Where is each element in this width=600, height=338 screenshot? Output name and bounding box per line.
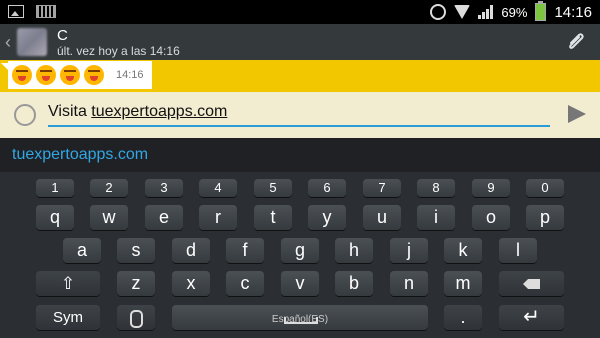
- key-9[interactable]: 9: [472, 179, 510, 197]
- period-key[interactable]: .: [444, 305, 482, 330]
- key-v[interactable]: v: [281, 271, 319, 296]
- key-h[interactable]: h: [335, 238, 373, 263]
- tongue-emoji-icon: [12, 65, 32, 85]
- microphone-icon: [129, 310, 143, 328]
- key-2[interactable]: 2: [90, 179, 128, 197]
- alarm-icon: [430, 4, 447, 20]
- message-bubble[interactable]: 14:16: [1, 61, 152, 89]
- tongue-emoji-icon: [84, 65, 104, 85]
- battery-icon: [535, 1, 547, 21]
- key-u[interactable]: u: [363, 205, 401, 230]
- key-l[interactable]: l: [499, 238, 537, 263]
- chat-header: ‹ C últ. vez hoy a las 14:16: [0, 24, 600, 60]
- status-bar: 69% 14:16: [0, 0, 600, 24]
- key-1[interactable]: 1: [36, 179, 74, 197]
- message-text-prefix: Visita: [48, 103, 92, 120]
- key-o[interactable]: o: [472, 205, 510, 230]
- key-i[interactable]: i: [417, 205, 455, 230]
- voice-input-key[interactable]: [117, 305, 155, 330]
- signal-icon: [478, 5, 494, 19]
- key-z[interactable]: z: [117, 271, 155, 296]
- key-s[interactable]: s: [117, 238, 155, 263]
- key-f[interactable]: f: [226, 238, 264, 263]
- status-time: 14:16: [554, 3, 592, 21]
- key-m[interactable]: m: [444, 271, 482, 296]
- tongue-emoji-icon: [36, 65, 56, 85]
- key-0[interactable]: 0: [526, 179, 564, 197]
- key-5[interactable]: 5: [254, 179, 292, 197]
- send-icon[interactable]: [568, 105, 586, 123]
- back-icon[interactable]: ‹: [5, 32, 11, 53]
- key-r[interactable]: r: [199, 205, 237, 230]
- wifi-icon: [454, 5, 471, 19]
- keyboard-notification-icon: [36, 5, 56, 18]
- key-3[interactable]: 3: [145, 179, 183, 197]
- last-seen-status: últ. vez hoy a las 14:16: [57, 44, 180, 58]
- battery-percentage: 69%: [501, 4, 528, 20]
- avatar[interactable]: [17, 28, 47, 56]
- compose-bar: Visita tuexpertoapps.com: [0, 92, 600, 139]
- backspace-icon: [523, 279, 540, 289]
- space-icon: [284, 317, 318, 324]
- key-8[interactable]: 8: [417, 179, 455, 197]
- suggestion-item[interactable]: tuexpertoapps.com: [12, 146, 148, 164]
- key-w[interactable]: w: [90, 205, 128, 230]
- backspace-key[interactable]: [499, 271, 564, 296]
- smiley-icon[interactable]: [14, 104, 36, 126]
- key-q[interactable]: q: [36, 205, 74, 230]
- key-n[interactable]: n: [390, 271, 428, 296]
- key-x[interactable]: x: [172, 271, 210, 296]
- image-notification-icon: [8, 5, 24, 18]
- chat-area: 14:16: [0, 60, 600, 92]
- key-4[interactable]: 4: [199, 179, 237, 197]
- message-time: 14:16: [116, 69, 144, 81]
- shift-key-icon[interactable]: [36, 271, 100, 296]
- key-p[interactable]: p: [526, 205, 564, 230]
- key-7[interactable]: 7: [363, 179, 401, 197]
- key-a[interactable]: a: [63, 238, 101, 263]
- key-j[interactable]: j: [390, 238, 428, 263]
- enter-key-icon[interactable]: [499, 305, 564, 330]
- sym-key[interactable]: Sym: [36, 305, 100, 330]
- message-input[interactable]: Visita tuexpertoapps.com: [48, 103, 550, 127]
- key-k[interactable]: k: [444, 238, 482, 263]
- suggestion-bar: tuexpertoapps.com: [0, 138, 600, 172]
- key-6[interactable]: 6: [308, 179, 346, 197]
- paperclip-icon[interactable]: [564, 30, 588, 54]
- key-e[interactable]: e: [145, 205, 183, 230]
- space-key[interactable]: Español(ES): [172, 305, 428, 330]
- key-y[interactable]: y: [308, 205, 346, 230]
- contact-name[interactable]: C: [57, 27, 68, 44]
- tongue-emoji-icon: [60, 65, 80, 85]
- message-text-link: tuexpertoapps.com: [91, 103, 228, 120]
- key-b[interactable]: b: [335, 271, 373, 296]
- keyboard: 1 2 3 4 5 6 7 8 9 0 q w e r t y u i o p …: [0, 172, 600, 338]
- key-d[interactable]: d: [172, 238, 210, 263]
- key-c[interactable]: c: [226, 271, 264, 296]
- key-g[interactable]: g: [281, 238, 319, 263]
- key-t[interactable]: t: [254, 205, 292, 230]
